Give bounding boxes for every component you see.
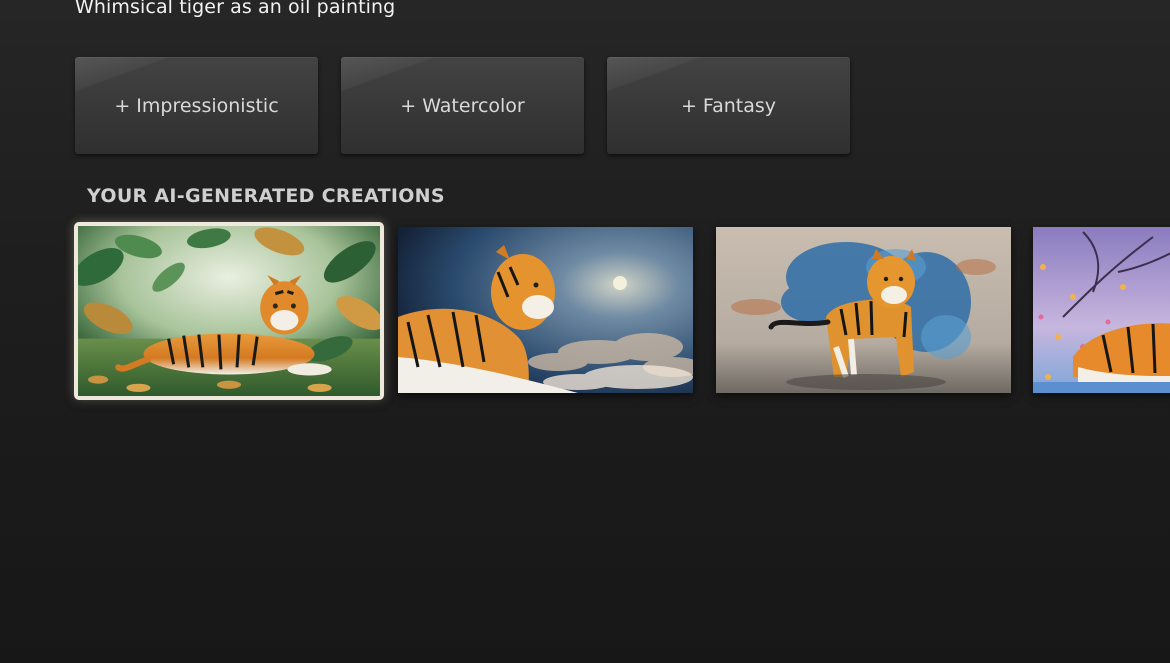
prompt-title: Whimsical tiger as an oil painting — [75, 0, 396, 18]
tiger-blue-smoke-image — [716, 227, 1011, 393]
creation-thumbnail-2[interactable] — [398, 227, 693, 393]
creation-thumbnail-3[interactable] — [716, 227, 1011, 393]
creations-heading: YOUR AI-GENERATED CREATIONS — [87, 185, 445, 207]
style-chip-impressionistic[interactable]: + Impressionistic — [75, 57, 318, 154]
creation-thumbnail-4[interactable] — [1033, 227, 1170, 393]
tiger-jungle-image — [78, 226, 380, 396]
style-chip-fantasy[interactable]: + Fantasy — [607, 57, 850, 154]
style-chip-watercolor[interactable]: + Watercolor — [341, 57, 584, 154]
ai-art-screen: Whimsical tiger as an oil painting + Imp… — [0, 0, 1170, 663]
tiger-moonlit-clouds-image — [398, 227, 693, 393]
tiger-purple-tree-image — [1033, 227, 1170, 393]
creation-thumbnail-1[interactable] — [74, 222, 384, 400]
